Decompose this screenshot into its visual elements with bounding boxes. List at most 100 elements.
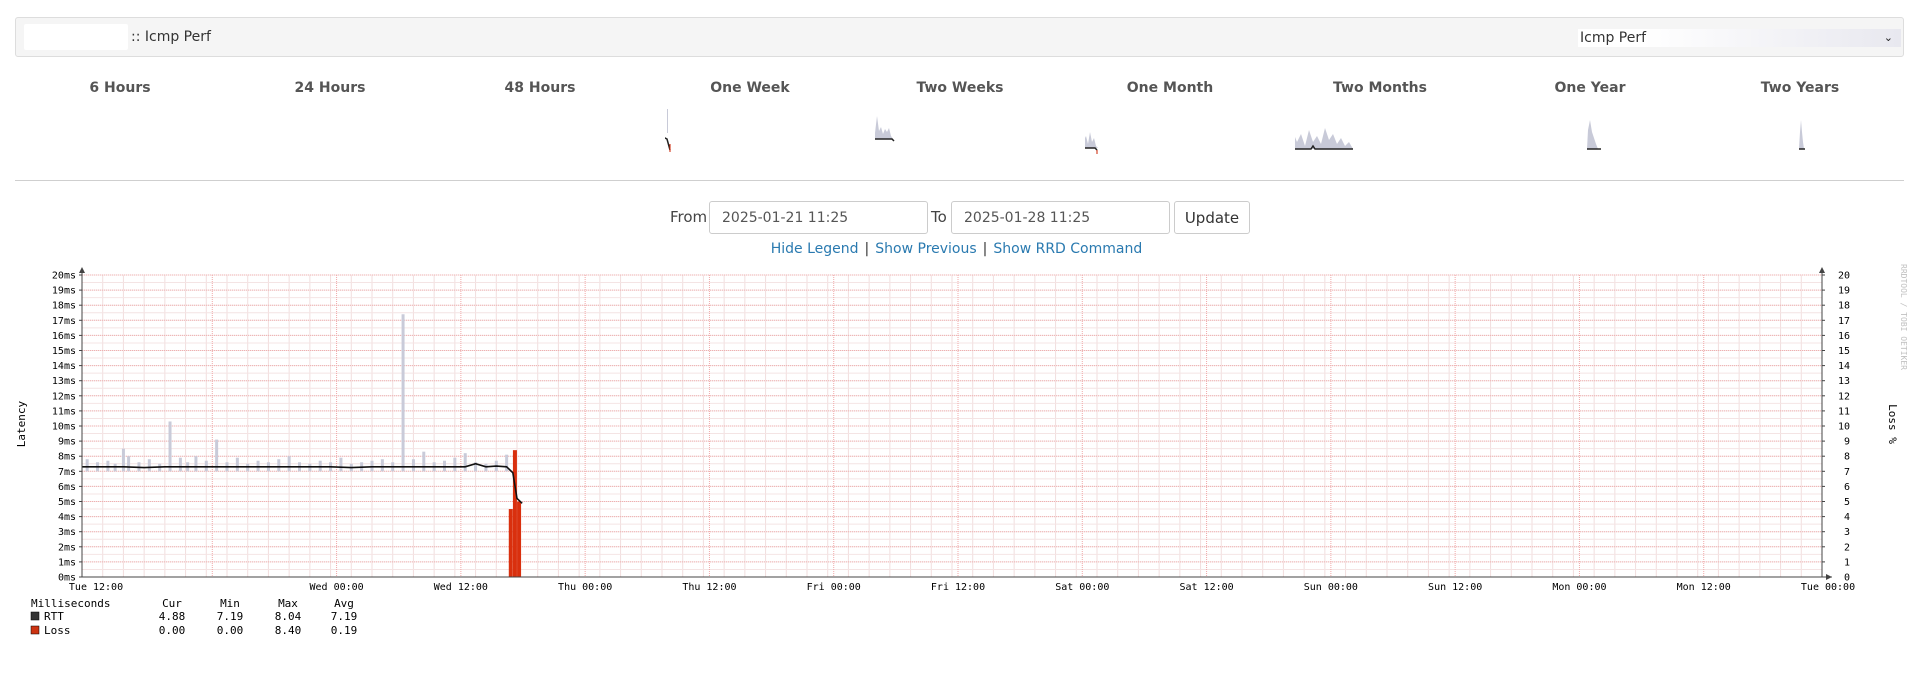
y-tick-label: 2ms (58, 542, 76, 553)
thumbnail-two-years (1799, 120, 1805, 150)
period-24-hours[interactable]: 24 Hours (245, 80, 415, 96)
legend-rtt-max: 8.04 (275, 610, 302, 623)
y-tick-label: 9ms (58, 437, 76, 448)
show-rrd-command-link[interactable]: Show RRD Command (993, 241, 1142, 257)
period-48-hours[interactable]: 48 Hours (455, 80, 625, 96)
x-tick-label: Mon 00:00 (1552, 582, 1606, 593)
y2-tick-label: 19 (1838, 286, 1850, 297)
period-6-hours[interactable]: 6 Hours (35, 80, 205, 96)
x-tick-label: Fri 12:00 (931, 582, 985, 593)
date-range-form: From To Update (0, 200, 1913, 236)
rtt-spike (411, 459, 415, 472)
legend-rtt-cur: 4.88 (159, 610, 186, 623)
y-tick-label: 3ms (58, 527, 76, 538)
y-tick-label: 16ms (52, 331, 76, 342)
section-divider (15, 180, 1904, 181)
y2-tick-label: 8 (1844, 452, 1850, 463)
x-tick-label: Thu 12:00 (682, 582, 736, 593)
rtt-spike (178, 457, 182, 472)
legend-swatch-rtt (30, 611, 40, 621)
thumbnail-one-year (1587, 120, 1601, 150)
graph-select-value: Icmp Perf (1580, 30, 1647, 46)
to-date-input[interactable] (951, 201, 1170, 234)
y2-tick-label: 12 (1838, 391, 1850, 402)
to-label: To (931, 208, 947, 226)
period-two-months[interactable]: Two Months (1295, 80, 1465, 150)
y-tick-label: 5ms (58, 497, 76, 508)
show-previous-link[interactable]: Show Previous (875, 241, 976, 257)
y-tick-label: 17ms (52, 316, 76, 327)
thumbnail-one-week (665, 109, 671, 152)
loss-bar (508, 509, 513, 577)
period-label: 48 Hours (504, 80, 576, 96)
y-tick-label: 7ms (58, 467, 76, 478)
rtt-spike (422, 451, 426, 472)
y2-axis-labels: 01234567891011121314151617181920 (1822, 271, 1850, 584)
y2-tick-label: 17 (1838, 316, 1850, 327)
period-two-years[interactable]: Two Years (1715, 80, 1885, 150)
legend-rtt-avg: 7.19 (331, 610, 358, 623)
rtt-spike (127, 456, 131, 472)
y-tick-label: 8ms (58, 452, 76, 463)
y-tick-label: 20ms (52, 271, 76, 282)
y-tick-label: 13ms (52, 376, 76, 387)
rtt-spike (339, 457, 343, 472)
y-tick-label: 19ms (52, 286, 76, 297)
y-tick-label: 1ms (58, 557, 76, 568)
x-tick-label: Tue 00:00 (1801, 582, 1855, 593)
period-selector: 6 Hours 24 Hours 48 Hours One Week Two W… (0, 80, 1913, 160)
legend-loss-min: 0.00 (217, 624, 244, 637)
loss-bars (508, 450, 522, 577)
y2-tick-label: 4 (1844, 512, 1850, 523)
period-two-weeks[interactable]: Two Weeks (875, 80, 1045, 142)
rtt-spike (277, 459, 281, 472)
rtt-spikes (85, 314, 517, 472)
period-one-week[interactable]: One Week (665, 80, 835, 152)
loss-bar (517, 501, 522, 577)
y2-tick-label: 15 (1838, 346, 1850, 357)
period-label: One Month (1126, 80, 1214, 96)
hide-legend-link[interactable]: Hide Legend (771, 241, 859, 257)
y-tick-label: 15ms (52, 346, 76, 357)
page-title: :: Icmp Perf (131, 29, 211, 45)
rtt-spike (194, 456, 198, 472)
period-label: Two Months (1333, 80, 1427, 96)
from-date-input[interactable] (709, 201, 928, 234)
chevron-down-icon: ⌄ (1883, 31, 1893, 44)
x-tick-label: Sun 12:00 (1428, 582, 1482, 593)
loss-bar (512, 450, 517, 577)
rtt-spike (463, 453, 467, 472)
period-label: 6 Hours (89, 80, 151, 96)
legend-swatch-loss (30, 625, 40, 635)
period-one-month[interactable]: One Month (1085, 80, 1255, 154)
y2-axis-arrow (1819, 267, 1825, 273)
period-label: One Year (1554, 80, 1626, 96)
y2-tick-label: 13 (1838, 376, 1850, 387)
rtt-spike (453, 457, 457, 472)
period-label: One Week (710, 80, 790, 96)
y-axis-arrow (79, 267, 85, 273)
legend-header-max: Max (278, 597, 298, 610)
y-tick-label: 12ms (52, 391, 76, 402)
period-label: 24 Hours (294, 80, 366, 96)
legend-header-min: Min (220, 597, 240, 610)
x-axis-labels: Tue 12:00 Wed 00:00 Wed 12:00 Thu 00:00 Thu … (69, 582, 1855, 593)
y2-tick-label: 11 (1838, 406, 1850, 417)
page-header: :: Icmp Perf Icmp Perf ⌄ (15, 17, 1904, 57)
y2-tick-label: 9 (1844, 437, 1850, 448)
graph-type-select[interactable]: Icmp Perf ⌄ (1578, 29, 1901, 47)
legend-header-cur: Cur (162, 597, 182, 610)
rtt-spike (85, 459, 89, 472)
x-tick-label: Thu 00:00 (558, 582, 612, 593)
y-tick-label: 10ms (52, 422, 76, 433)
y2-tick-label: 16 (1838, 331, 1850, 342)
y2-tick-label: 6 (1844, 482, 1850, 493)
period-one-year[interactable]: One Year (1505, 80, 1675, 150)
rtt-spike (401, 314, 405, 472)
x-tick-label: Wed 00:00 (309, 582, 363, 593)
y-axis-labels: 0ms1ms2ms3ms4ms5ms6ms7ms8ms9ms10ms11ms12… (52, 271, 82, 584)
y-axis-title: Latency (15, 400, 28, 447)
update-button[interactable]: Update (1174, 201, 1250, 234)
legend-loss-name: Loss (44, 624, 71, 637)
y-tick-label: 6ms (58, 482, 76, 493)
